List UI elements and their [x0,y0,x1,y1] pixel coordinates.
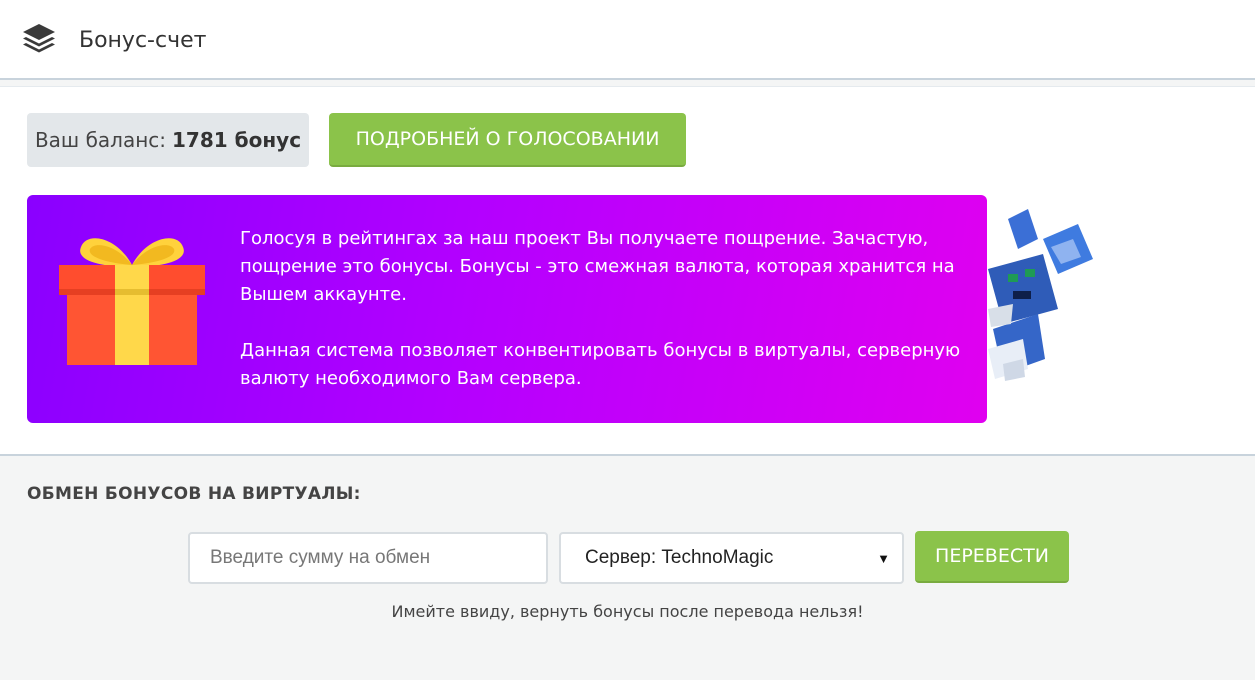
balance-label: Ваш баланс: [34,128,167,152]
caret-down-icon: ▼ [877,550,890,566]
gift-icon [59,238,205,365]
page-header: Бонус-счет [0,0,1255,80]
promo-banner: Голосуя в рейтингах за наш проект Вы пол… [27,195,987,423]
promo-text: Голосуя в рейтингах за наш проект Вы пол… [240,225,970,393]
page-title: Бонус-счет [79,28,207,53]
transfer-button[interactable]: ПЕРЕВЕСТИ [915,531,1069,583]
exchange-warning: Имейте ввиду, вернуть бонусы после перев… [391,602,864,621]
layers-icon [23,24,55,53]
balance-box: Ваш баланс: 1781 бонус [27,113,309,167]
promo-paragraph-1: Голосуя в рейтингах за наш проект Вы пол… [240,228,955,305]
character-image [988,209,1093,381]
balance-value: 1781 бонус [172,128,302,152]
server-select[interactable]: Сервер: TechnoMagic ▼ [559,532,904,584]
bonus-info-section: Ваш баланс: 1781 бонус ПОДРОБНЕЙ О ГОЛОС… [0,86,1255,456]
vote-details-button[interactable]: ПОДРОБНЕЙ О ГОЛОСОВАНИИ [329,113,686,167]
exchange-title: ОБМЕН БОНУСОВ НА ВИРТУАЛЫ: [27,484,361,504]
exchange-amount-input[interactable] [188,532,548,584]
promo-paragraph-2: Данная система позволяет конвентировать … [240,340,961,389]
server-select-value: Сервер: TechnoMagic [585,547,774,568]
